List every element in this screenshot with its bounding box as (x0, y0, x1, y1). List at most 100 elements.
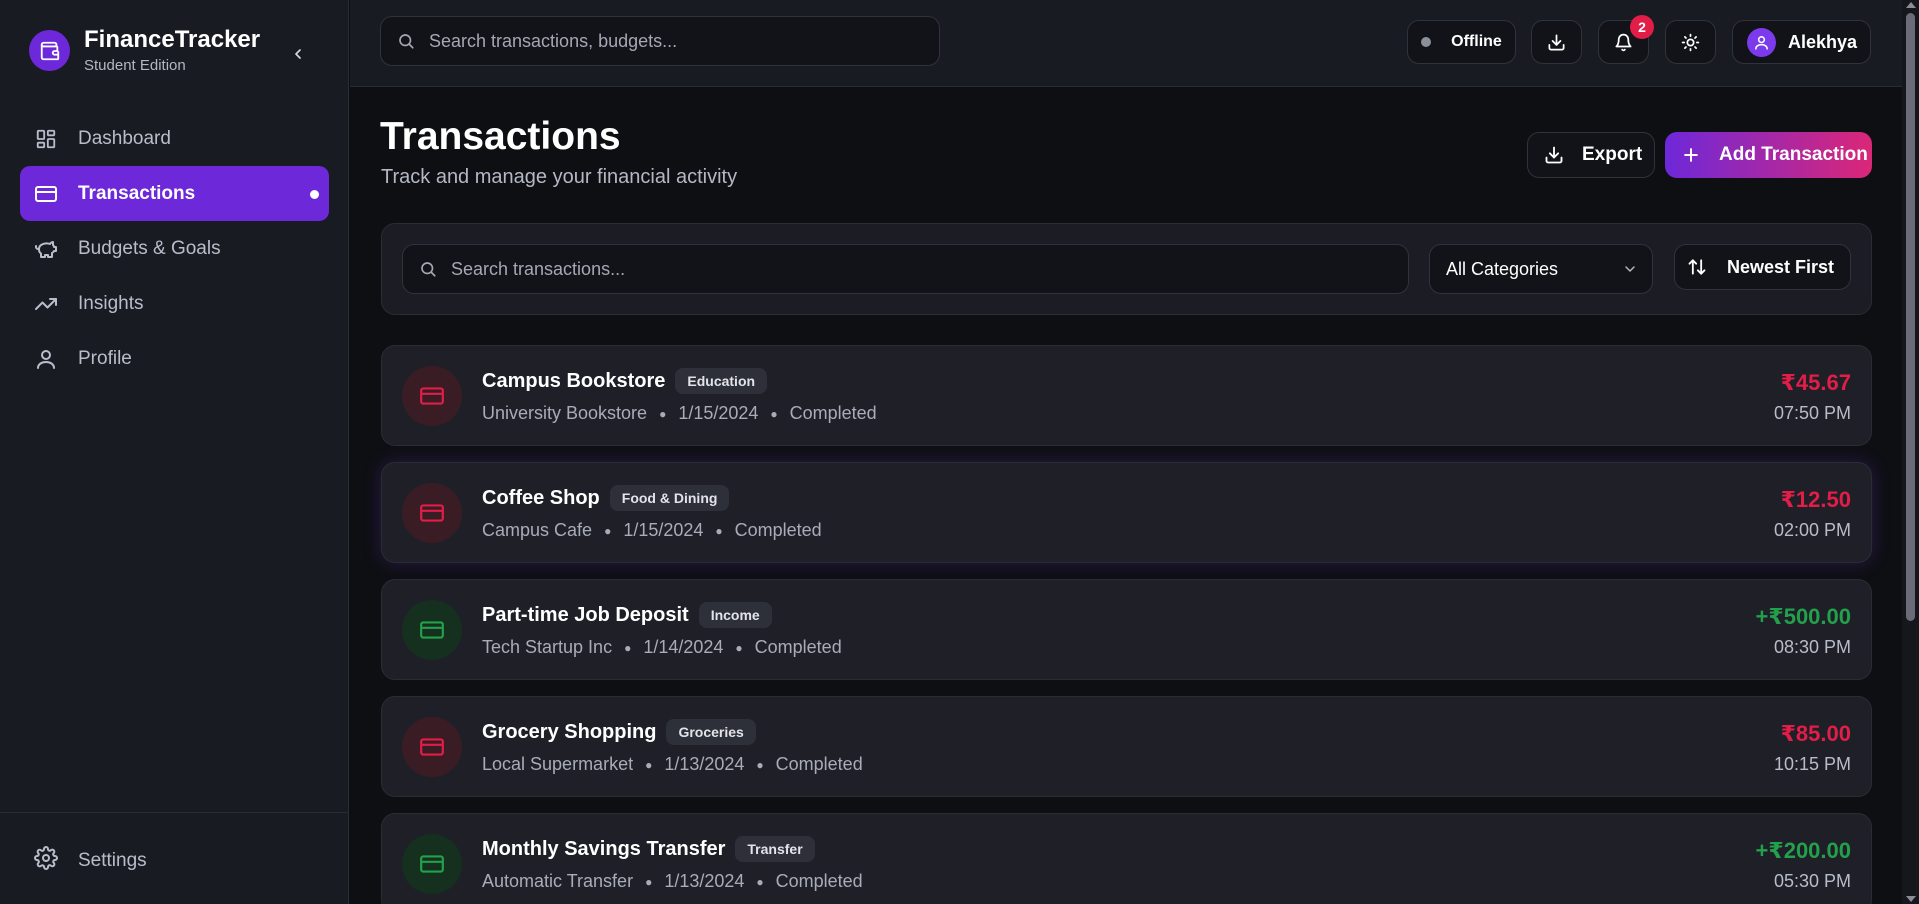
transaction-status: Completed (775, 871, 863, 891)
transaction-amount: +₹500.00 (1755, 604, 1851, 629)
transaction-search[interactable] (402, 244, 1409, 294)
transaction-date: 1/14/2024 (643, 637, 724, 657)
status-dot (1421, 37, 1432, 47)
meta-separator: ● (756, 874, 764, 889)
sun-icon (1681, 33, 1700, 51)
sort-label: Newest First (1727, 256, 1835, 277)
sidebar-item-budgets-goals[interactable]: Budgets & Goals (20, 221, 329, 276)
chevron-down-icon (1625, 266, 1635, 272)
chevron-left-icon (295, 49, 301, 59)
transaction-row[interactable]: Campus Bookstore Education University Bo… (381, 345, 1872, 446)
scrollbar-thumb[interactable] (1906, 13, 1915, 621)
transaction-status: Completed (775, 754, 863, 774)
transaction-amount: ₹12.50 (1780, 487, 1851, 512)
meta-separator: ● (735, 640, 743, 655)
transaction-amount: ₹45.67 (1780, 370, 1851, 395)
transaction-date: 1/15/2024 (623, 520, 704, 540)
sidebar-item-label: Dashboard (78, 127, 171, 149)
transaction-time: 05:30 PM (1773, 871, 1851, 891)
user-icon (34, 347, 58, 371)
export-label: Export (1582, 144, 1643, 165)
meta-separator: ● (770, 406, 778, 421)
sidebar-divider (0, 812, 349, 813)
notification-count-badge: 2 (1630, 15, 1654, 39)
category-badge: Food & Dining (609, 485, 730, 511)
transaction-search-input[interactable] (451, 258, 931, 280)
connection-status-label: Offline (1451, 33, 1502, 50)
transaction-name: Coffee Shop (482, 486, 600, 509)
transaction-row[interactable]: Part-time Job Deposit Income Tech Startu… (381, 579, 1872, 680)
add-transaction-button[interactable]: Add Transaction (1665, 132, 1872, 178)
category-badge: Education (675, 368, 768, 394)
category-select[interactable]: All Categories (1429, 244, 1653, 294)
brand[interactable]: FinanceTracker Student Edition (29, 26, 260, 75)
avatar (1747, 27, 1776, 57)
transaction-merchant: University Bookstore (482, 403, 648, 423)
notifications-button[interactable]: 2 (1598, 15, 1654, 64)
credit-card-icon (402, 717, 462, 777)
app-title: FinanceTracker (84, 26, 261, 53)
download-button[interactable] (1531, 20, 1582, 64)
sidebar-item-transactions[interactable]: Transactions (20, 166, 329, 221)
global-search[interactable] (380, 16, 940, 66)
sidebar-item-settings[interactable]: Settings (34, 846, 147, 875)
transaction-merchant: Automatic Transfer (482, 871, 634, 891)
transaction-date: 1/13/2024 (664, 754, 745, 774)
sidebar-item-dashboard[interactable]: Dashboard (20, 111, 329, 166)
category-badge: Income (698, 602, 772, 628)
download-icon (1545, 146, 1563, 164)
page-scrollbar[interactable] (1902, 0, 1919, 904)
wallet-icon (29, 30, 70, 71)
transaction-date: 1/13/2024 (664, 871, 745, 891)
transaction-name: Monthly Savings Transfer (482, 837, 726, 860)
meta-separator: ● (715, 523, 723, 538)
transaction-name: Grocery Shopping (482, 720, 657, 743)
sidebar-item-insights[interactable]: Insights (20, 276, 329, 331)
trending-up-icon (34, 292, 58, 316)
page-title: Transactions (380, 115, 621, 158)
transaction-time: 08:30 PM (1773, 637, 1851, 657)
transaction-amount: ₹85.00 (1780, 721, 1851, 746)
collapse-sidebar-button[interactable] (286, 42, 310, 66)
app-subtitle: Student Edition (84, 57, 186, 74)
meta-separator: ● (604, 523, 612, 538)
theme-toggle-button[interactable] (1665, 20, 1716, 64)
transaction-name: Part-time Job Deposit (482, 603, 689, 626)
user-menu-button[interactable]: Alekhya (1732, 20, 1871, 64)
transaction-row[interactable]: Coffee Shop Food & Dining Campus Cafe ● … (381, 462, 1872, 563)
active-indicator-dot (310, 190, 319, 199)
top-bar: Offline 2 Alekhya (350, 0, 1902, 87)
sidebar-item-label: Transactions (78, 182, 196, 204)
transaction-amount: +₹200.00 (1755, 838, 1851, 863)
credit-card-icon (402, 834, 462, 894)
transaction-merchant: Tech Startup Inc (482, 637, 613, 657)
gear-icon (34, 846, 58, 875)
global-search-input[interactable] (429, 30, 909, 52)
transaction-row[interactable]: Grocery Shopping Groceries Local Superma… (381, 696, 1872, 797)
user-icon (1755, 35, 1768, 50)
sidebar: FinanceTracker Student Edition Dashboard… (0, 0, 349, 904)
scroll-up-arrow-icon[interactable] (1906, 2, 1916, 8)
transaction-time: 02:00 PM (1773, 520, 1851, 540)
category-select-value: All Categories (1446, 258, 1559, 279)
meta-separator: ● (645, 757, 653, 772)
transaction-row[interactable]: Monthly Savings Transfer Transfer Automa… (381, 813, 1872, 904)
sort-button[interactable]: Newest First (1674, 244, 1851, 290)
export-button[interactable]: Export (1527, 132, 1655, 178)
piggy-bank-icon (34, 237, 58, 261)
transaction-merchant: Campus Cafe (482, 520, 593, 540)
transaction-merchant: Local Supermarket (482, 754, 634, 774)
sidebar-item-profile[interactable]: Profile (20, 331, 329, 386)
add-transaction-label: Add Transaction (1719, 144, 1868, 165)
credit-card-icon (34, 182, 58, 206)
category-badge: Transfer (735, 836, 815, 862)
scroll-down-arrow-icon[interactable] (1906, 896, 1916, 902)
category-badge: Groceries (666, 719, 756, 745)
meta-separator: ● (645, 874, 653, 889)
dashboard-icon (34, 127, 58, 151)
page-subtitle: Track and manage your financial activity (381, 166, 738, 188)
transaction-name: Campus Bookstore (482, 369, 666, 392)
plus-icon (1684, 148, 1698, 162)
connection-status-button[interactable]: Offline (1407, 20, 1516, 64)
credit-card-icon (402, 600, 462, 660)
